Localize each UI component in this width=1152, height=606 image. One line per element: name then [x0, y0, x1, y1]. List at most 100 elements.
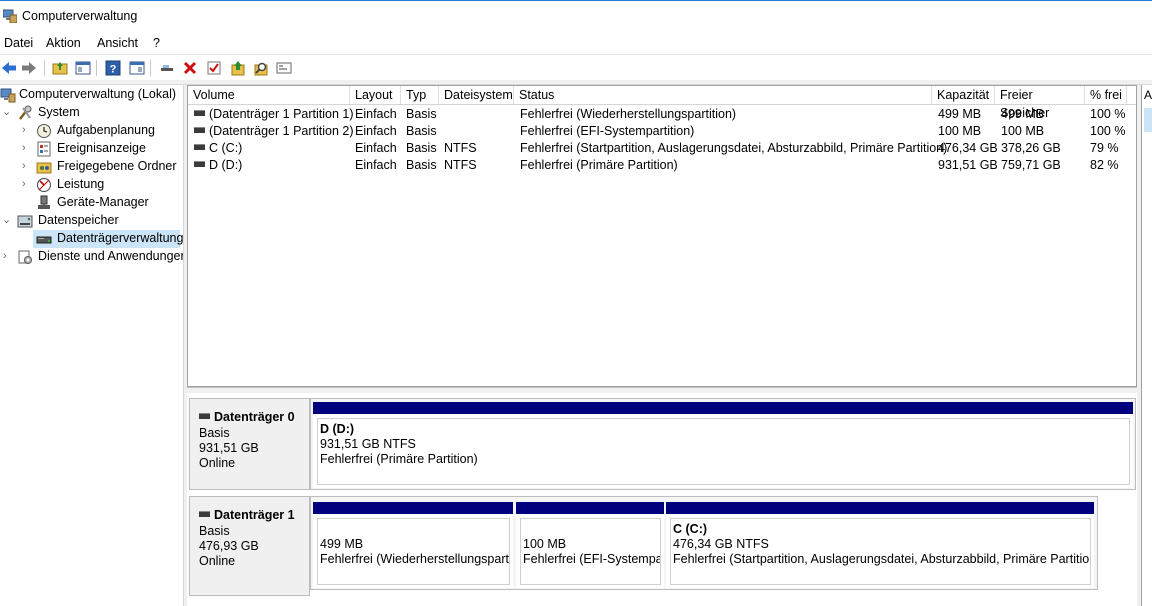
- partition-recovery[interactable]: 499 MB Fehlerfrei (Wiederherstellungspar…: [313, 502, 513, 588]
- cell-volume: D (D:): [194, 157, 242, 174]
- toolbar-separator: [150, 60, 151, 76]
- partition-title: D (D:): [320, 422, 355, 436]
- partition-bar: [516, 502, 664, 514]
- expand-arrow-icon[interactable]: ⌄: [2, 214, 12, 226]
- tree-item-root[interactable]: Computerverwaltung (Lokal): [0, 86, 182, 104]
- disk-icon: [199, 413, 210, 419]
- volume-list: Volume Layout Typ Dateisystem Status Kap…: [187, 85, 1137, 387]
- services-icon: [18, 250, 32, 264]
- menu-aktion[interactable]: Aktion: [46, 36, 81, 50]
- column-prozent-frei[interactable]: % frei: [1085, 86, 1127, 104]
- tree-item-datentraegerverwaltung[interactable]: Datenträgerverwaltung: [33, 230, 183, 248]
- collapse-arrow-icon[interactable]: ›: [22, 142, 32, 154]
- tree-item-aufgabenplanung[interactable]: › Aufgabenplanung: [0, 122, 182, 140]
- cell-status: Fehlerfrei (Wiederherstellungspartition): [520, 107, 737, 121]
- disk-1-label[interactable]: Datenträger 1 Basis 476,93 GB Online: [189, 496, 310, 596]
- cell-layout: Einfach: [355, 124, 397, 138]
- properties-icon[interactable]: [205, 59, 223, 77]
- column-status[interactable]: Status: [514, 86, 932, 104]
- collapse-arrow-icon[interactable]: ›: [22, 160, 32, 172]
- partition-size: 499 MB: [320, 537, 364, 551]
- tree-item-dienste[interactable]: › Dienste und Anwendungen: [0, 248, 187, 266]
- cell-freier-speicher: 100 MB: [1001, 124, 1045, 138]
- tree-item-leistung[interactable]: › Leistung: [0, 176, 182, 194]
- cell-typ: Basis: [406, 141, 437, 155]
- partition-efi[interactable]: 100 MB Fehlerfrei (EFI-Systempart: [516, 502, 664, 588]
- collapse-arrow-icon[interactable]: ›: [22, 178, 32, 190]
- menu-ansicht[interactable]: Ansicht: [97, 36, 138, 50]
- menu-help[interactable]: ?: [153, 36, 160, 50]
- cell-freier-speicher: 499 MB: [1001, 107, 1045, 121]
- table-row[interactable]: D (D:) Einfach Basis NTFS Fehlerfrei (Pr…: [188, 157, 1136, 174]
- cell-status: Fehlerfrei (EFI-Systempartition): [520, 124, 695, 138]
- connect-icon[interactable]: [158, 59, 176, 77]
- column-volume[interactable]: Volume: [188, 86, 350, 104]
- collapse-arrow-icon[interactable]: ›: [22, 124, 32, 136]
- disk-type: Basis: [199, 524, 230, 538]
- column-dateisystem[interactable]: Dateisystem: [439, 86, 514, 104]
- cell-typ: Basis: [406, 107, 437, 121]
- table-row[interactable]: (Datenträger 1 Partition 2) Einfach Basi…: [188, 123, 1136, 140]
- partition-size: 931,51 GB NTFS: [320, 437, 416, 451]
- volume-icon: [194, 127, 205, 133]
- cell-volume: (Datenträger 1 Partition 2): [194, 123, 354, 140]
- column-typ[interactable]: Typ: [401, 86, 439, 104]
- help-icon[interactable]: ?: [104, 59, 122, 77]
- tree-item-system[interactable]: ⌄ System: [0, 104, 182, 122]
- cell-volume: C (C:): [194, 140, 242, 157]
- disk-name-text: Datenträger 1: [214, 508, 295, 522]
- tree-item-freigegebene-ordner[interactable]: › Freigegebene Ordner: [0, 158, 182, 176]
- menu-datei[interactable]: Datei: [4, 36, 33, 50]
- back-icon[interactable]: [0, 59, 18, 77]
- disk-1-partitions: 499 MB Fehlerfrei (Wiederherstellungspar…: [310, 496, 1098, 590]
- cell-freier-speicher: 759,71 GB: [1001, 158, 1061, 172]
- tree-label: System: [38, 105, 80, 119]
- tree-label: Leistung: [57, 177, 105, 191]
- event-viewer-icon: [37, 141, 51, 157]
- cell-status: Fehlerfrei (Startpartition, Auslagerungs…: [520, 141, 948, 155]
- column-freier-speicher[interactable]: Freier Speicher: [995, 86, 1085, 120]
- show-hide-action-pane-icon[interactable]: [128, 59, 146, 77]
- column-layout[interactable]: Layout: [350, 86, 401, 104]
- disk-state: Online: [199, 554, 236, 568]
- tree-item-ereignisanzeige[interactable]: › Ereignisanzeige: [0, 140, 182, 158]
- table-row[interactable]: (Datenträger 1 Partition 1) Einfach Basi…: [188, 106, 1136, 123]
- cell-kapazitaet: 499 MB: [938, 107, 982, 121]
- disk-0-label[interactable]: Datenträger 0 Basis 931,51 GB Online: [189, 398, 310, 490]
- tree-label: Freigegebene Ordner: [57, 159, 177, 173]
- forward-icon[interactable]: [20, 59, 38, 77]
- computer-management-icon: [3, 9, 17, 23]
- toolbar-separator: [44, 60, 45, 76]
- device-manager-icon: [38, 195, 50, 209]
- volume-icon: [194, 110, 205, 116]
- disk-size: 476,93 GB: [199, 539, 259, 553]
- up-folder-icon[interactable]: [51, 59, 69, 77]
- partition-c[interactable]: C (C:) 476,34 GB NTFS Fehlerfrei (Startp…: [666, 502, 1094, 588]
- disk-map: Datenträger 0 Basis 931,51 GB Online D (…: [187, 393, 1137, 606]
- disk-type: Basis: [199, 426, 230, 440]
- partition-title: C (C:): [673, 522, 708, 536]
- show-hide-tree-icon[interactable]: [74, 59, 92, 77]
- up-arrow-icon[interactable]: [229, 59, 247, 77]
- search-icon[interactable]: [252, 59, 270, 77]
- cell-prozent-frei: 79 %: [1090, 141, 1119, 155]
- tree-label: Aufgabenplanung: [57, 123, 156, 137]
- partition-d[interactable]: D (D:) 931,51 GB NTFS Fehlerfrei (Primär…: [313, 402, 1133, 488]
- tree-item-datenspeicher[interactable]: ⌄ Datenspeicher: [0, 212, 182, 230]
- expand-arrow-icon[interactable]: ⌄: [2, 106, 12, 118]
- console-icon[interactable]: [275, 59, 293, 77]
- window-title: Computerverwaltung: [22, 9, 138, 23]
- table-row[interactable]: C (C:) Einfach Basis NTFS Fehlerfrei (St…: [188, 140, 1136, 157]
- svg-text:?: ?: [110, 64, 117, 76]
- delete-icon[interactable]: [181, 59, 199, 77]
- collapse-arrow-icon[interactable]: ›: [3, 250, 13, 262]
- cell-prozent-frei: 82 %: [1090, 158, 1119, 172]
- tree-label: Ereignisanzeige: [57, 141, 146, 155]
- tree-item-geraete-manager[interactable]: Geräte-Manager: [0, 194, 182, 212]
- action-pane-selected-item[interactable]: [1144, 108, 1152, 132]
- cell-typ: Basis: [406, 158, 437, 172]
- title-bar: Computerverwaltung: [0, 0, 1152, 33]
- volume-name: (Datenträger 1 Partition 1): [209, 107, 354, 121]
- cell-prozent-frei: 100 %: [1090, 124, 1126, 138]
- column-kapazitaet[interactable]: Kapazität: [932, 86, 995, 104]
